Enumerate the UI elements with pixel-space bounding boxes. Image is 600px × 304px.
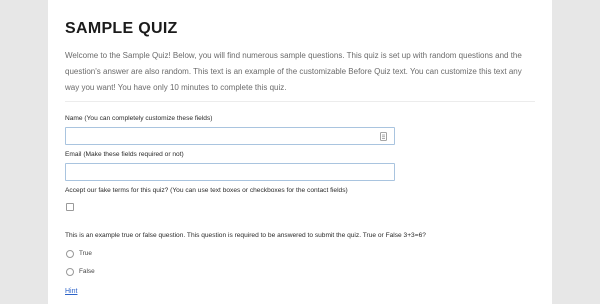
- option-true[interactable]: True: [65, 250, 552, 258]
- question-text: This is an example true or false questio…: [65, 232, 426, 239]
- option-false-label: False: [79, 268, 95, 275]
- section-divider: [65, 101, 535, 102]
- hint-link[interactable]: Hint: [65, 288, 77, 295]
- option-true-label: True: [79, 250, 92, 257]
- terms-label: Accept our fake terms for this quiz? (Yo…: [65, 187, 348, 194]
- quiz-title: SAMPLE QUIZ: [65, 20, 178, 37]
- email-field[interactable]: [65, 163, 395, 181]
- option-true-radio[interactable]: [66, 250, 74, 258]
- email-field-label: Email (Make these fields required or not…: [65, 151, 184, 158]
- quiz-card: SAMPLE QUIZ Welcome to the Sample Quiz! …: [48, 0, 552, 304]
- option-false-radio[interactable]: [66, 268, 74, 276]
- contact-card-icon[interactable]: [380, 132, 387, 141]
- quiz-intro-text: Welcome to the Sample Quiz! Below, you w…: [65, 51, 522, 92]
- name-field[interactable]: [65, 127, 395, 145]
- terms-checkbox[interactable]: [66, 203, 74, 211]
- option-false[interactable]: False: [65, 268, 552, 276]
- name-field-label: Name (You can completely customize these…: [65, 115, 213, 122]
